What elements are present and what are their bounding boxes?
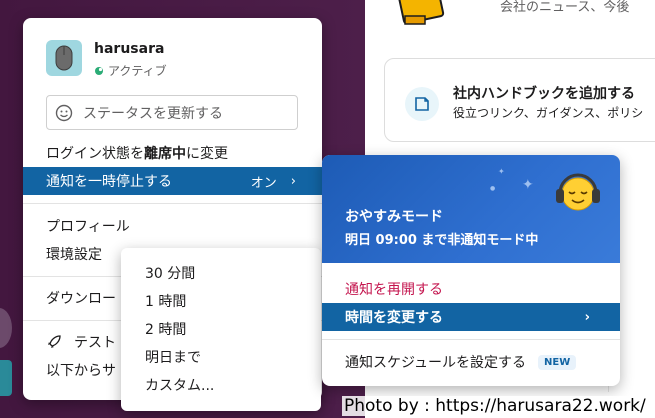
download-label: ダウンロー (46, 291, 116, 307)
sparkle-icon: ✦ (522, 177, 534, 193)
status-placeholder: ステータスを更新する (83, 105, 223, 122)
presence-icon (95, 66, 103, 75)
handbook-title: 社内ハンドブックを追加する (453, 86, 635, 102)
duration-option[interactable]: 2 時間 (121, 315, 321, 343)
pause-notifications-item[interactable]: 通知を一時停止する オン › (23, 167, 322, 195)
presence-label: アクティブ (108, 64, 167, 78)
sign-in-from-label: 以下からサ (46, 363, 116, 379)
dnd-header: ✦ ✦ ● おやすみモード 明日 09:00 まで非通知モード中 (322, 155, 620, 263)
announcement-text: 会社のニュース、今後 (500, 0, 630, 15)
duration-option[interactable]: カスタム... (121, 371, 321, 399)
presence-status: アクティブ (94, 62, 167, 79)
mouse-avatar-icon (55, 45, 73, 71)
resume-notifications-label: 通知を再開する (345, 282, 443, 298)
megaphone-illustration (397, 0, 445, 25)
sparkle-icon: ● (490, 185, 496, 192)
notification-schedule-label: 通知スケジュールを設定する (345, 355, 527, 371)
duration-option[interactable]: 1 時間 (121, 287, 321, 315)
menu-divider (23, 203, 322, 204)
avatar (46, 40, 82, 76)
duration-option[interactable]: 明日まで (121, 343, 321, 371)
handbook-icon (405, 87, 439, 121)
dnd-subtitle: 明日 09:00 まで非通知モード中 (345, 233, 539, 248)
change-time-label: 時間を変更する (345, 310, 443, 326)
rocket-icon (48, 335, 61, 348)
do-not-disturb-panel: ✦ ✦ ● おやすみモード 明日 09:00 まで非通知モード中 通知を再開する… (322, 155, 620, 386)
chevron-right-icon: › (290, 173, 296, 189)
set-away-suffix: に変更 (186, 146, 228, 162)
pause-duration-menu: 30 分間 1 時間 2 時間 明日まで カスタム... (121, 248, 321, 411)
duration-option[interactable]: 30 分間 (121, 259, 321, 287)
status-input[interactable]: ステータスを更新する (46, 95, 298, 130)
set-away-bold: 離席中 (144, 146, 186, 162)
profile-label: プロフィール (46, 219, 130, 235)
workspace-icon-fragment[interactable] (0, 360, 12, 396)
photo-credit: Photo by : https://harusara22.work/ (342, 396, 648, 416)
chevron-right-icon: › (584, 309, 590, 325)
emoji-smile-icon[interactable] (55, 104, 73, 122)
sleeping-face-headphones-icon (556, 173, 600, 211)
handbook-description: 役立つリンク、ガイダンス、ポリシ (453, 106, 644, 120)
menu-divider (322, 339, 620, 340)
pause-notifications-label: 通知を一時停止する (46, 174, 172, 190)
pause-notifications-state: オン (250, 175, 277, 191)
resume-notifications-item[interactable]: 通知を再開する (322, 275, 620, 303)
set-away-prefix: ログイン状態を (46, 146, 144, 162)
change-time-item[interactable]: 時間を変更する › (322, 303, 620, 331)
set-away-item[interactable]: ログイン状態を 離席中 に変更 (23, 139, 322, 167)
sparkle-icon: ✦ (498, 167, 505, 176)
preferences-label: 環境設定 (46, 247, 102, 263)
test-label: テスト (74, 335, 116, 351)
new-badge: NEW (538, 354, 577, 370)
notification-schedule-item[interactable]: 通知スケジュールを設定する NEW (322, 348, 620, 376)
profile-item[interactable]: プロフィール (23, 212, 322, 240)
add-handbook-card[interactable]: 社内ハンドブックを追加する 役立つリンク、ガイダンス、ポリシ (384, 58, 655, 142)
user-name: harusara (94, 41, 165, 57)
dnd-title: おやすみモード (345, 209, 443, 225)
